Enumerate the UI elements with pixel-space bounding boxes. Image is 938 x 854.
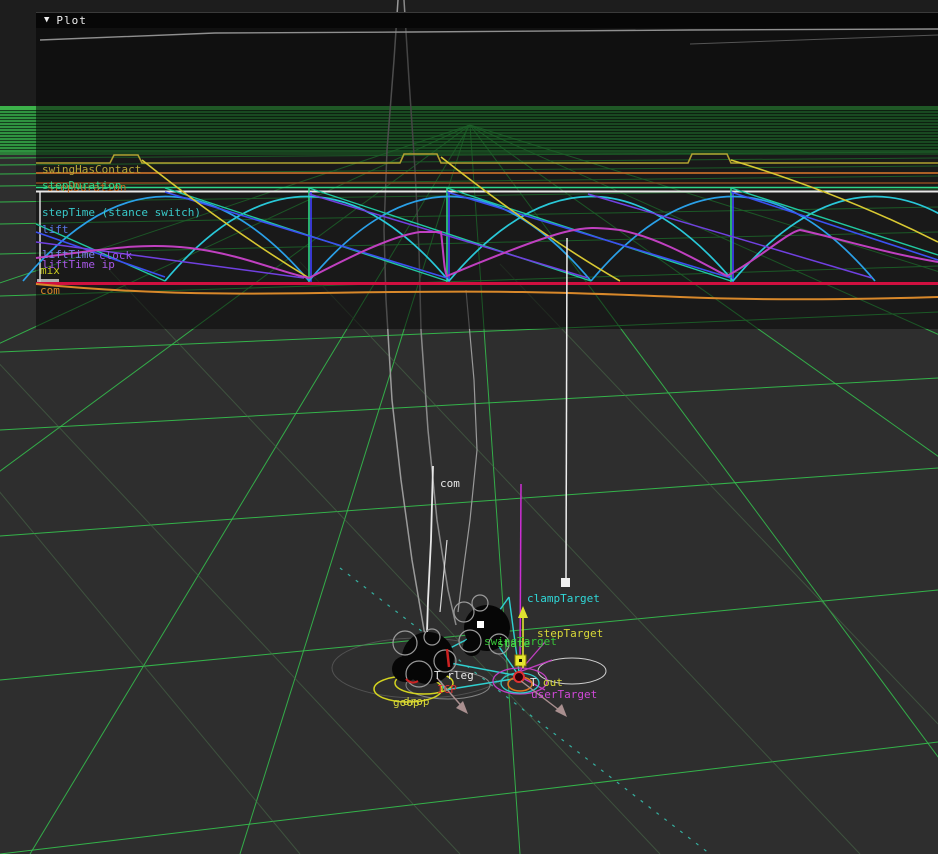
plot-canvas — [0, 0, 938, 854]
viewport-3d[interactable]: ▼ Plot — [0, 0, 938, 854]
